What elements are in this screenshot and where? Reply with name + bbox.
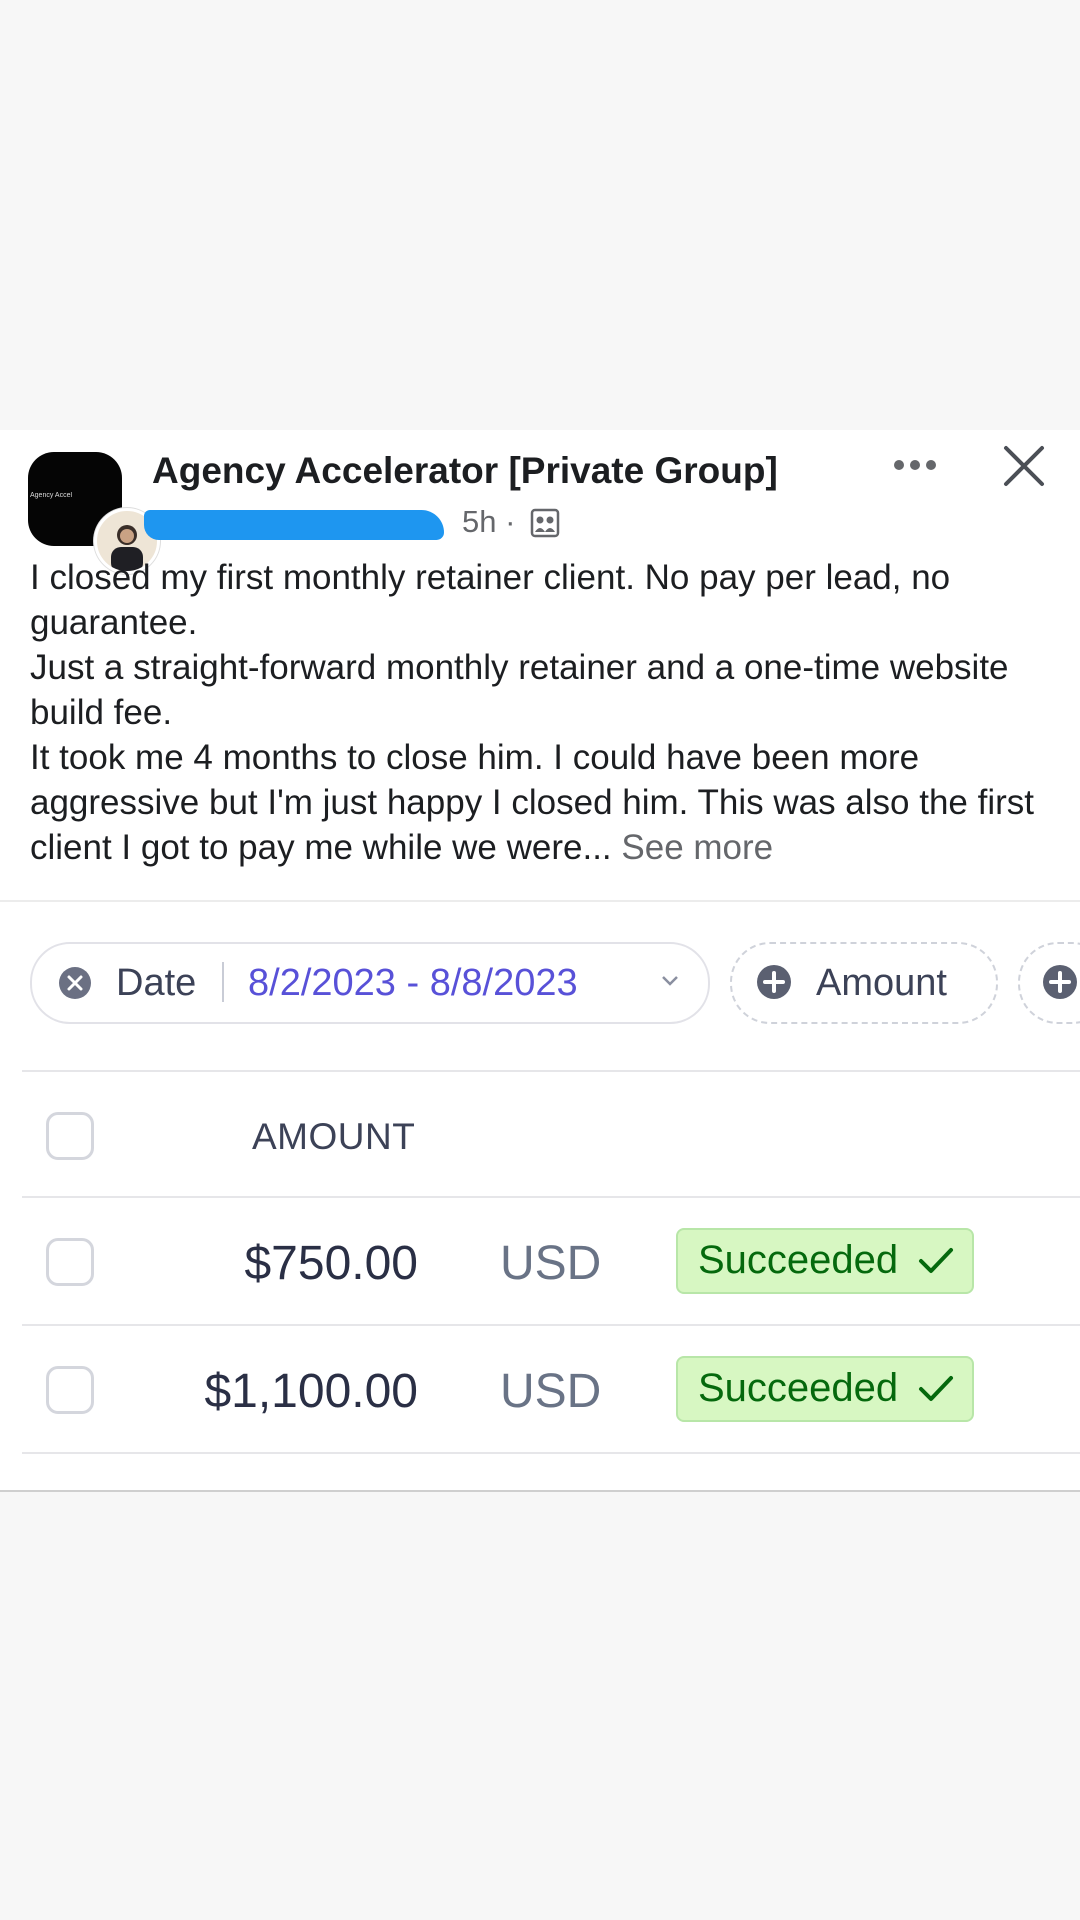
more-filter-pill[interactable]	[1018, 942, 1080, 1024]
see-more-link[interactable]: See more	[621, 828, 773, 867]
post-line-3-text: It took me 4 months to close him. I coul…	[30, 738, 1034, 867]
amount-filter-label: Amount	[816, 962, 947, 1004]
currency-cell: USD	[500, 1237, 602, 1290]
group-avatar[interactable]: Agency Accel	[28, 452, 160, 574]
checkmark-icon	[919, 1248, 953, 1273]
author-row: 5h ·	[144, 500, 584, 550]
table-row[interactable]: $750.00 USD Succeeded	[22, 1196, 1080, 1324]
add-filter-icon	[757, 965, 791, 999]
payments-table: AMOUNT $750.00 USD Succeeded $1,100.00 U…	[22, 1070, 1080, 1464]
column-header-amount[interactable]: AMOUNT	[252, 1116, 415, 1158]
date-filter-label: Date	[116, 962, 197, 1004]
amount-filter-pill[interactable]: Amount	[730, 942, 998, 1024]
group-avatar-text: Agency Accel	[30, 492, 73, 499]
status-label: Succeeded	[698, 1238, 899, 1282]
author-name-redaction	[144, 510, 444, 540]
date-range-value: 8/2/2023 - 8/8/2023	[248, 962, 578, 1004]
post-line-2: Just a straight-forward monthly retainer…	[30, 648, 1009, 732]
facebook-post-card: Agency Accel Agency Accelerator [Private…	[0, 430, 1080, 1492]
table-header-row: AMOUNT	[22, 1070, 1080, 1196]
post-body: I closed my first monthly retainer clien…	[30, 555, 1060, 870]
table-bottom-border	[22, 1452, 1080, 1464]
checkmark-icon	[919, 1376, 953, 1401]
row-checkbox[interactable]	[46, 1238, 94, 1286]
select-all-checkbox[interactable]	[46, 1112, 94, 1160]
clear-filter-icon[interactable]	[58, 966, 92, 1000]
status-badge: Succeeded	[676, 1356, 974, 1422]
amount-cell: $750.00	[244, 1237, 418, 1290]
add-filter-icon	[1043, 965, 1077, 999]
status-badge: Succeeded	[676, 1228, 974, 1294]
table-row[interactable]: $1,100.00 USD Succeeded	[22, 1324, 1080, 1452]
currency-cell: USD	[500, 1365, 602, 1418]
post-line-1: I closed my first monthly retainer clien…	[30, 558, 951, 642]
close-icon[interactable]	[1002, 444, 1046, 488]
date-filter-pill[interactable]: Date 8/2/2023 - 8/8/2023	[30, 942, 710, 1024]
more-options-icon[interactable]	[892, 458, 938, 472]
chevron-down-icon	[662, 976, 678, 986]
filter-separator	[222, 962, 224, 1002]
row-checkbox[interactable]	[46, 1366, 94, 1414]
post-line-3: It took me 4 months to close him. I coul…	[30, 735, 1060, 870]
status-label: Succeeded	[698, 1366, 899, 1410]
amount-cell: $1,100.00	[204, 1365, 418, 1418]
post-timestamp[interactable]: 5h ·	[462, 504, 515, 540]
divider	[0, 900, 1080, 902]
group-name[interactable]: Agency Accelerator [Private Group]	[152, 450, 778, 492]
group-audience-icon	[530, 508, 560, 538]
